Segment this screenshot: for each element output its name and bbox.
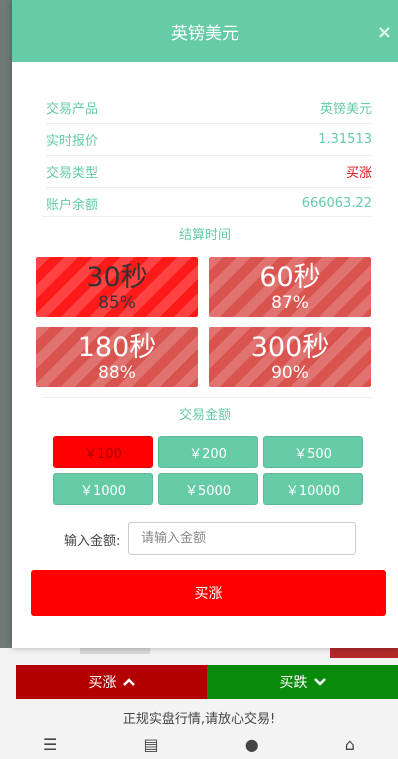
- trade-info: 交易产品 英镑美元 实时报价 1.31513 交易类型 买涨 账户余额 6660…: [46, 92, 372, 219]
- time-option-300s[interactable]: 300秒 90%: [209, 327, 371, 387]
- time-option-seconds: 300秒: [250, 332, 330, 363]
- trade-buttons-bar: 买涨 买跌: [16, 665, 398, 699]
- time-option-percent: 87%: [271, 293, 309, 313]
- info-label: 交易类型: [46, 166, 99, 181]
- divider: [42, 397, 372, 398]
- modal-header: 英镑美元 ×: [12, 0, 398, 62]
- time-option-percent: 90%: [271, 363, 309, 383]
- info-value: 666063.22: [301, 196, 372, 211]
- time-option-30s[interactable]: 30秒 85%: [36, 257, 198, 317]
- info-value: 英镑美元: [319, 102, 372, 117]
- tagline: 正规实盘行情,请放心交易!: [122, 712, 276, 727]
- close-icon[interactable]: ×: [377, 22, 392, 43]
- buy-down-button[interactable]: 买跌: [207, 665, 398, 699]
- document-icon[interactable]: ▤: [143, 735, 158, 754]
- time-option-seconds: 30秒: [86, 262, 148, 293]
- amount-option-500[interactable]: ￥500: [263, 436, 363, 468]
- time-option-180s[interactable]: 180秒 88%: [36, 327, 198, 387]
- buy-up-button[interactable]: 买涨: [16, 665, 207, 699]
- info-label: 账户余额: [46, 198, 99, 213]
- amount-input[interactable]: [128, 522, 356, 555]
- amount-option-5000[interactable]: ￥5000: [158, 473, 258, 505]
- chat-icon[interactable]: ●: [245, 735, 259, 754]
- time-option-percent: 88%: [98, 363, 136, 383]
- amount-option-1000[interactable]: ￥1000: [53, 473, 153, 505]
- menu-icon[interactable]: ☰: [43, 735, 57, 754]
- modal-title: 英镑美元: [171, 23, 239, 44]
- amount-option-200[interactable]: ￥200: [158, 436, 258, 468]
- background-price-chip: [80, 648, 150, 654]
- info-label: 实时报价: [46, 134, 99, 149]
- bottom-tabbar: ☰ ▤ ● ⌂: [0, 735, 398, 759]
- background-red-chip: [330, 648, 398, 658]
- info-value: 买涨: [345, 166, 372, 181]
- time-option-percent: 85%: [98, 293, 136, 313]
- info-row-balance: 账户余额 666063.22: [46, 188, 372, 219]
- info-row-product: 交易产品 英镑美元: [46, 92, 372, 124]
- amount-option-10000[interactable]: ￥10000: [263, 473, 363, 505]
- trade-modal: 英镑美元 × 交易产品 英镑美元 实时报价 1.31513 交易类型 买涨 账户…: [12, 0, 398, 648]
- time-option-seconds: 180秒: [77, 332, 157, 363]
- amount-option-100[interactable]: ￥100: [53, 436, 153, 468]
- amount-label: 交易金额: [178, 408, 231, 423]
- info-label: 交易产品: [46, 102, 99, 117]
- buy-up-label: 买涨: [88, 675, 117, 691]
- time-option-seconds: 60秒: [259, 262, 321, 293]
- time-option-60s[interactable]: 60秒 87%: [209, 257, 371, 317]
- amount-input-label: 输入金额:: [64, 534, 121, 549]
- home-icon[interactable]: ⌂: [345, 735, 355, 754]
- buy-down-label: 买跌: [279, 675, 308, 691]
- chevron-up-icon: [122, 678, 135, 686]
- submit-buy-up-button[interactable]: 买涨: [31, 570, 386, 616]
- info-row-price: 实时报价 1.31513: [46, 124, 372, 156]
- settle-time-label: 结算时间: [178, 228, 231, 243]
- info-row-type: 交易类型 买涨: [46, 156, 372, 188]
- divider: [42, 216, 372, 217]
- chevron-down-icon: [313, 678, 326, 686]
- info-value: 1.31513: [318, 132, 372, 147]
